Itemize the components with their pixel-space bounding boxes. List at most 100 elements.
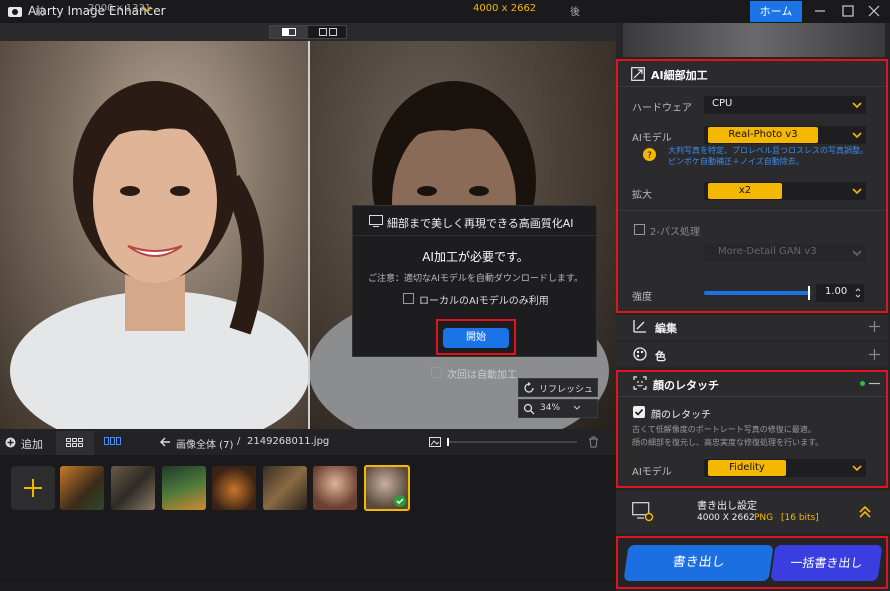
back-arrow-icon[interactable] [160, 437, 171, 447]
ai-model-value: Real-Photo v3 [708, 127, 818, 143]
double-chevron-up-icon[interactable] [858, 505, 872, 519]
trash-icon[interactable] [588, 436, 599, 448]
close-icon[interactable] [866, 3, 882, 19]
color-title: 色 [655, 350, 666, 363]
scale-value: x2 [708, 183, 782, 199]
ai-detail-icon [631, 67, 645, 81]
thumbnail-selected[interactable] [364, 465, 410, 511]
minimize-icon[interactable] [812, 3, 828, 19]
palette-icon [633, 347, 647, 361]
home-button[interactable]: ホーム [750, 1, 802, 22]
strength-thumb[interactable] [807, 286, 810, 300]
face-desc-line2: 顔の細部を復元し、高忠実度な修復処理を行います。 [632, 438, 824, 447]
dual-view-button[interactable] [309, 26, 347, 38]
hardware-value: CPU [712, 98, 733, 109]
strength-fill [704, 291, 809, 295]
two-pass-checkbox[interactable] [634, 224, 645, 235]
thumbnail-fantasy[interactable] [162, 466, 206, 510]
chevron-down-icon [852, 250, 862, 257]
thumbnail-portrait-woman[interactable] [313, 466, 357, 510]
refresh-button[interactable]: リフレッシュ [518, 378, 598, 397]
portrait-original-image [10, 81, 310, 429]
chevron-down-icon [573, 405, 581, 410]
start-button-highlight: 開始 [436, 319, 516, 355]
after-size: 4000 x 2662 [473, 3, 537, 14]
section-divider [618, 210, 886, 211]
breadcrumb-filename: 2149268011.jpg [247, 436, 330, 447]
grid-icon [66, 438, 83, 447]
plus-icon[interactable] [869, 349, 880, 360]
plus-icon[interactable] [869, 321, 880, 332]
export-size: 4000 X 2662 [697, 513, 755, 523]
edit-title: 編集 [655, 322, 677, 335]
export-bits: [16 bits] [781, 513, 819, 523]
strength-slider[interactable] [704, 286, 812, 300]
export-format: PNG [754, 513, 774, 523]
thumbnail-size-slider[interactable] [447, 438, 577, 446]
dialog-title: 細部まで美しく再現できる高画質化AI [387, 217, 574, 230]
add-circle-icon[interactable] [5, 437, 16, 448]
before-label: 前 [35, 7, 45, 18]
zoom-icon [523, 403, 535, 415]
two-pass-value: More-Detail GAN v3 [718, 246, 817, 257]
stepper-icon[interactable] [855, 287, 861, 299]
scale-label: 拡大 [632, 190, 652, 201]
face-desc-line1: 古くて低解像度のポートレート写真の修復に最適。 [632, 425, 816, 434]
face-model-select[interactable]: Fidelity [704, 459, 866, 477]
side-by-side-view-button[interactable] [270, 26, 308, 38]
thumbnail-burger[interactable] [212, 466, 256, 510]
auto-next-label: 次回は自動加工 [447, 370, 517, 381]
chevron-down-icon [852, 465, 862, 472]
add-button[interactable]: 追加 [21, 436, 43, 452]
minus-icon[interactable] [869, 378, 880, 389]
add-image-tile[interactable] [11, 466, 55, 510]
navigator-preview[interactable] [623, 23, 885, 57]
two-pass-select[interactable]: More-Detail GAN v3 [704, 244, 866, 262]
thumbnail-tiger[interactable] [60, 466, 104, 510]
strength-input[interactable]: 1.00 [816, 284, 864, 302]
grid-view-button[interactable] [56, 431, 94, 455]
filmstrip-view-icon[interactable] [104, 437, 122, 445]
export-settings-title: 書き出し設定 [697, 501, 757, 512]
original-photo [0, 41, 310, 429]
strength-label: 強度 [632, 292, 652, 303]
before-size: 2000 x 1331 [88, 3, 152, 14]
dialog-note: ご注意：適切なAIモデルを自動ダウンロードします。 [368, 274, 583, 284]
face-icon [633, 376, 647, 390]
auto-next-checkbox[interactable] [431, 367, 442, 378]
export-button[interactable]: 書き出し [623, 545, 774, 581]
zoom-control[interactable]: 34% [518, 399, 598, 418]
slider-thumb[interactable] [447, 438, 449, 446]
split-view-icon [282, 28, 296, 36]
dialog-heading: AI加工が必要です。 [422, 250, 529, 264]
hardware-select[interactable]: CPU [704, 96, 866, 114]
compare-divider[interactable] [308, 41, 310, 429]
face-retouch-checkbox[interactable] [633, 406, 645, 418]
batch-export-button[interactable]: 一括書き出し [770, 545, 883, 581]
status-dot [860, 381, 865, 386]
face-retouch-title: 顔のレタッチ [653, 379, 719, 392]
face-model-label: AIモデル [632, 467, 672, 478]
ai-model-select[interactable]: Real-Photo v3 [704, 126, 866, 144]
monitor-icon [369, 215, 383, 227]
after-label: 後 [570, 7, 580, 18]
ai-detail-title: AI細部加工 [651, 69, 708, 82]
breadcrumb-all[interactable]: 画像全体 (7) [176, 436, 233, 451]
refresh-label: リフレッシュ [539, 385, 594, 395]
ai-model-label: AIモデル [632, 133, 672, 144]
thumbnail-butterfly[interactable] [111, 466, 155, 510]
start-button[interactable]: 開始 [443, 328, 509, 348]
image-size-icon [429, 437, 441, 447]
local-only-label: ローカルのAIモデルのみ利用 [419, 296, 549, 307]
maximize-icon[interactable] [840, 3, 856, 19]
view-toggle [269, 25, 347, 39]
chevron-down-icon [852, 102, 862, 109]
thumbnail-lion[interactable] [263, 466, 307, 510]
local-only-checkbox[interactable] [403, 293, 414, 304]
section-divider [618, 396, 886, 397]
section-divider [618, 86, 886, 87]
strength-value: 1.00 [825, 286, 848, 297]
app-logo-icon [8, 7, 22, 17]
help-icon[interactable]: ? [643, 148, 656, 161]
scale-select[interactable]: x2 [704, 182, 866, 200]
